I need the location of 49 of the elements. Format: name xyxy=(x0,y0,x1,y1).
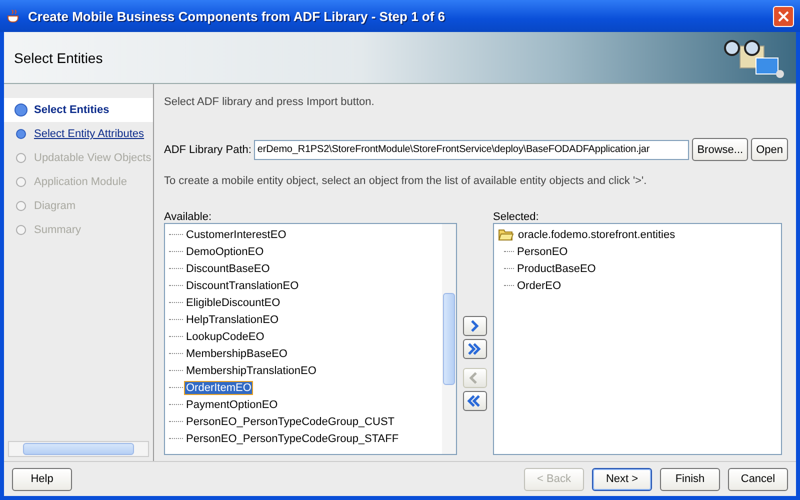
list-item[interactable]: MembershipTranslationEO xyxy=(185,364,318,376)
list-item[interactable]: OrderItemEO xyxy=(185,382,252,394)
browse-button[interactable]: Browse... xyxy=(692,138,748,161)
help-button[interactable]: Help xyxy=(12,468,72,490)
nav-button[interactable]: Cancel xyxy=(728,468,788,490)
list-item[interactable]: PersonEO_PersonTypeCodeGroup_STAFF xyxy=(185,432,400,444)
step-dot-icon xyxy=(14,175,28,189)
close-icon xyxy=(778,10,789,22)
vertical-scrollbar[interactable] xyxy=(442,224,456,454)
list-item[interactable]: CustomerInterestEO xyxy=(185,228,288,240)
step-item[interactable]: Select Entity Attributes xyxy=(4,122,153,146)
nav-button[interactable]: Next > xyxy=(592,468,652,490)
page-title: Select Entities xyxy=(14,50,103,66)
list-item[interactable]: DemoOptionEO xyxy=(185,246,265,258)
folder-icon xyxy=(498,228,514,241)
step-dot-icon xyxy=(14,103,28,117)
step-dot-icon xyxy=(14,199,28,213)
list-item[interactable]: DiscountBaseEO xyxy=(185,262,271,274)
intro-text: Select ADF library and press Import button. xyxy=(164,96,376,108)
window-title: Create Mobile Business Components from ADF Library - Step 1 of 6 xyxy=(28,8,446,24)
horizontal-scrollbar[interactable] xyxy=(8,441,149,457)
instruction-text: To create a mobile entity object, select an object from the list of available entity objects and click '>'. xyxy=(164,175,647,187)
step-item[interactable]: Select Entities xyxy=(4,98,153,122)
open-button[interactable]: Open xyxy=(751,138,788,161)
list-item[interactable]: LookupCodeEO xyxy=(185,330,266,342)
available-label: Available: xyxy=(164,211,212,223)
step-dot-icon xyxy=(14,223,28,237)
tree-item[interactable]: OrderEO xyxy=(516,280,562,292)
close-button[interactable] xyxy=(773,6,794,26)
selected-label: Selected: xyxy=(492,211,540,223)
move-button[interactable] xyxy=(462,390,487,410)
nav-button[interactable]: Finish xyxy=(660,468,720,490)
step-dot-icon xyxy=(14,151,28,165)
list-item[interactable]: DiscountTranslationEO xyxy=(185,280,300,292)
list-item[interactable]: MembershipBaseEO xyxy=(185,348,288,360)
list-item[interactable]: HelpTranslationEO xyxy=(185,314,280,326)
list-item[interactable]: EligibleDiscountEO xyxy=(185,296,282,308)
path-field[interactable]: erDemo_R1PS2\StoreFrontModule\StoreFrontService\deploy\BaseFODADFApplication.jar xyxy=(254,140,690,160)
path-label: ADF Library Path: xyxy=(164,144,252,156)
list-item[interactable]: PaymentOptionEO xyxy=(185,398,279,410)
step-dot-icon xyxy=(14,127,28,141)
move-button[interactable] xyxy=(462,338,487,358)
list-item[interactable]: PersonEO_PersonTypeCodeGroup_CUST xyxy=(185,416,396,428)
tree-item[interactable]: PersonEO xyxy=(516,246,569,258)
double-chevron-icon xyxy=(467,342,482,356)
move-button[interactable] xyxy=(462,316,487,336)
double-chevron-icon xyxy=(467,394,482,408)
tree-item[interactable]: ProductBaseEO xyxy=(516,262,597,274)
tree-root[interactable]: oracle.fodemo.storefront.entities xyxy=(516,228,676,240)
